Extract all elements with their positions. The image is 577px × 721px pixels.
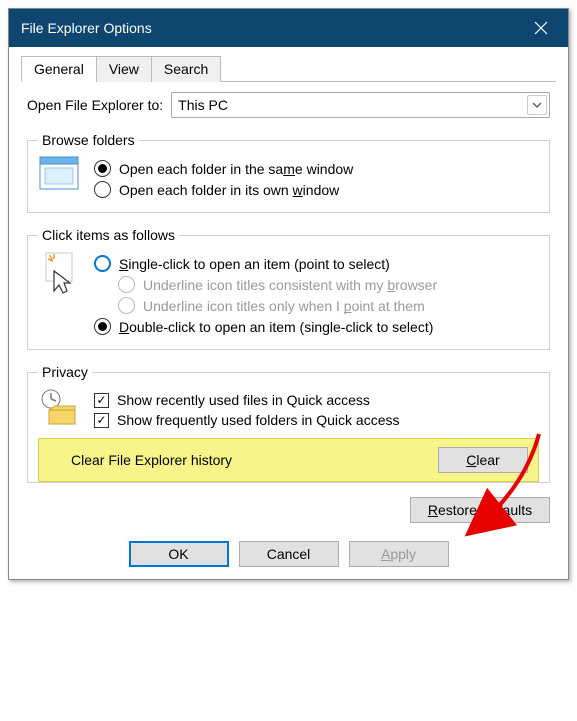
radio-label: Open each folder in its own window (119, 182, 339, 198)
radio-icon (118, 276, 135, 293)
click-items-group: Click items as follows Single-click to o… (27, 227, 550, 350)
check-label: Show recently used files in Quick access (117, 392, 370, 408)
close-icon (534, 21, 548, 35)
cursor-click-icon (38, 251, 80, 297)
radio-icon (94, 181, 111, 198)
open-to-value: This PC (178, 97, 228, 113)
radio-own-window[interactable]: Open each folder in its own window (94, 181, 539, 198)
checkbox-icon (94, 413, 109, 428)
browse-folders-group: Browse folders Open each folder in the s… (27, 132, 550, 213)
radio-same-window[interactable]: Open each folder in the same window (94, 160, 539, 177)
check-frequent-folders[interactable]: Show frequently used folders in Quick ac… (94, 412, 539, 428)
radio-label: Double-click to open an item (single-cli… (119, 319, 433, 335)
radio-label: Underline icon titles only when I point … (143, 298, 425, 314)
browse-legend: Browse folders (38, 132, 139, 148)
radio-label: Single-click to open an item (point to s… (119, 256, 390, 272)
cancel-button[interactable]: Cancel (239, 541, 339, 567)
tab-general[interactable]: General (21, 56, 97, 82)
clear-history-label: Clear File Explorer history (49, 452, 438, 468)
tab-strip: General View Search (21, 55, 556, 82)
restore-row: Restore Defaults (27, 497, 550, 523)
privacy-group: Privacy Show recently used files in Quic… (27, 364, 550, 483)
tab-search[interactable]: Search (151, 56, 221, 82)
radio-icon (118, 297, 135, 314)
click-legend: Click items as follows (38, 227, 179, 243)
footer-buttons: OK Cancel Apply (21, 541, 556, 567)
radio-double-click[interactable]: Double-click to open an item (single-cli… (94, 318, 539, 335)
dropdown-arrow-icon (527, 95, 547, 115)
clear-history-row: Clear File Explorer history Clear (38, 438, 539, 482)
privacy-legend: Privacy (38, 364, 92, 380)
radio-label: Underline icon titles consistent with my… (143, 277, 437, 293)
check-label: Show frequently used folders in Quick ac… (117, 412, 399, 428)
radio-label: Open each folder in the same window (119, 161, 353, 177)
radio-icon (94, 318, 111, 335)
restore-defaults-button[interactable]: Restore Defaults (410, 497, 550, 523)
radio-underline-browser: Underline icon titles consistent with my… (118, 276, 539, 293)
radio-icon (94, 160, 111, 177)
title-bar: File Explorer Options (9, 9, 568, 47)
close-button[interactable] (518, 13, 564, 43)
dialog-window: File Explorer Options General View Searc… (8, 8, 569, 580)
tab-view[interactable]: View (96, 56, 152, 82)
history-folder-icon (38, 388, 80, 426)
clear-button[interactable]: Clear (438, 447, 528, 473)
apply-button[interactable]: Apply (349, 541, 449, 567)
radio-underline-point: Underline icon titles only when I point … (118, 297, 539, 314)
check-recent-files[interactable]: Show recently used files in Quick access (94, 392, 539, 408)
client-area: General View Search Open File Explorer t… (9, 47, 568, 579)
open-to-row: Open File Explorer to: This PC (27, 92, 550, 118)
radio-single-click[interactable]: Single-click to open an item (point to s… (94, 255, 539, 272)
window-title: File Explorer Options (21, 20, 518, 36)
checkbox-icon (94, 393, 109, 408)
open-to-label: Open File Explorer to: (27, 97, 163, 113)
folder-window-icon (38, 156, 80, 190)
open-to-select[interactable]: This PC (171, 92, 550, 118)
ok-button[interactable]: OK (129, 541, 229, 567)
radio-icon (94, 255, 111, 272)
